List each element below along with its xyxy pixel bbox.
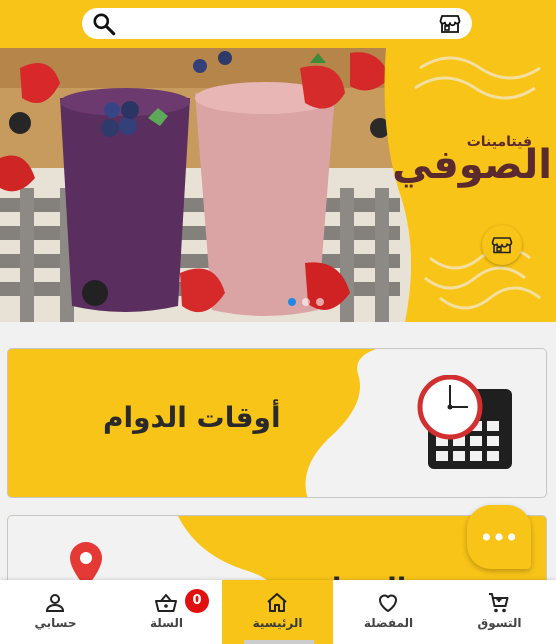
heart-icon xyxy=(379,594,397,612)
working-hours-card[interactable]: أوقات الدوام xyxy=(7,348,547,498)
brand-title: الصوفي xyxy=(392,142,552,188)
carousel-indicator xyxy=(288,298,324,308)
search-input[interactable] xyxy=(122,12,422,35)
chat-button[interactable] xyxy=(467,505,531,569)
search-icon[interactable] xyxy=(91,11,117,37)
nav-label: السلة xyxy=(149,616,183,630)
store-icon[interactable] xyxy=(438,12,462,36)
nav-account[interactable]: حسابي xyxy=(0,580,111,644)
calendar-clock-icon xyxy=(417,375,512,469)
promo-carousel[interactable]: فيتامينات الصوفي xyxy=(0,48,556,322)
nav-label: حسابي xyxy=(34,616,77,630)
working-hours-title: أوقات الدوام xyxy=(103,401,281,434)
store-icon xyxy=(491,237,513,254)
more-dots-icon xyxy=(482,533,516,541)
top-bar xyxy=(0,0,556,48)
carousel-dot[interactable] xyxy=(302,298,310,306)
system-home-indicator xyxy=(244,640,314,644)
nav-basket[interactable]: 0 السلة xyxy=(111,580,222,644)
cart-count-badge: 0 xyxy=(185,589,209,613)
person-icon xyxy=(45,594,65,612)
home-icon xyxy=(267,593,287,612)
nav-favorites[interactable]: المفضلة xyxy=(333,580,444,644)
search-bar[interactable] xyxy=(82,8,472,39)
carousel-dot[interactable] xyxy=(316,298,324,306)
nav-label: المفضلة xyxy=(363,616,414,630)
nav-label: الرئيسية xyxy=(252,616,303,630)
nav-label: التسوق xyxy=(477,616,522,630)
nav-shopping[interactable]: التسوق xyxy=(444,580,555,644)
basket-icon xyxy=(155,593,177,612)
cart-icon xyxy=(489,593,509,613)
carousel-dot[interactable] xyxy=(288,298,296,306)
nav-home[interactable]: الرئيسية xyxy=(222,580,333,644)
store-badge[interactable] xyxy=(482,225,522,265)
bottom-navigation: حسابي 0 السلة الرئيسية المفضلة التسوق xyxy=(0,580,556,644)
